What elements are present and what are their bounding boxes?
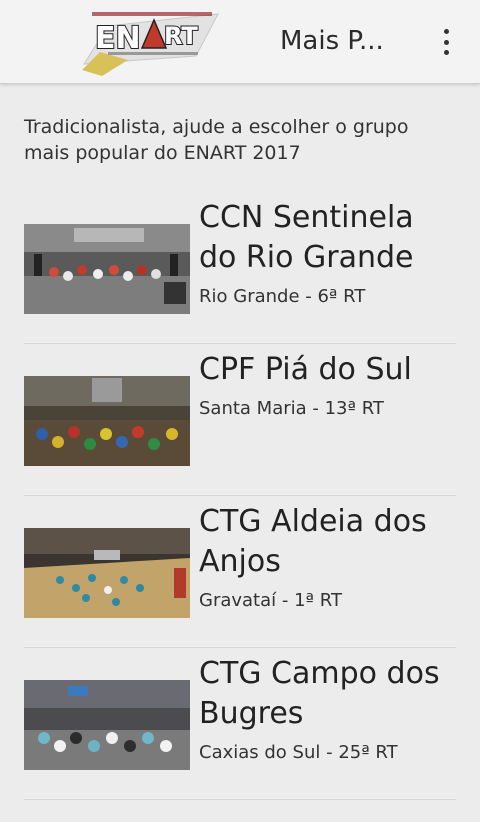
group-location: Gravataí - 1ª RT bbox=[199, 590, 342, 611]
list-item[interactable]: CCN Sentinela do Rio Grande Rio Grande -… bbox=[24, 192, 456, 344]
group-thumbnail bbox=[24, 224, 190, 314]
group-name: CPF Piá do Sul bbox=[199, 352, 412, 387]
group-location: Rio Grande - 6ª RT bbox=[199, 286, 366, 307]
group-thumbnail bbox=[24, 376, 190, 466]
group-list: CCN Sentinela do Rio Grande Rio Grande -… bbox=[24, 192, 456, 800]
svg-text:EN: EN bbox=[95, 21, 141, 56]
group-name: CTG Aldeia dos Anjos bbox=[199, 504, 427, 579]
appbar-title: Mais P... bbox=[280, 26, 384, 56]
svg-text:RT: RT bbox=[164, 22, 198, 50]
group-thumbnail bbox=[24, 528, 190, 618]
group-thumbnail bbox=[24, 680, 190, 770]
enart-logo[interactable]: EN RT bbox=[78, 4, 226, 78]
app-bar: EN RT Mais P... bbox=[0, 0, 480, 84]
list-item[interactable]: CTG Aldeia dos Anjos Gravataí - 1ª RT bbox=[24, 496, 456, 648]
intro-text: Tradicionalista, ajude a escolher o grup… bbox=[24, 116, 409, 164]
list-item[interactable]: CPF Piá do Sul Santa Maria - 13ª RT bbox=[24, 344, 456, 496]
group-name: CCN Sentinela do Rio Grande bbox=[199, 200, 414, 275]
group-location: Caxias do Sul - 25ª RT bbox=[199, 742, 398, 763]
group-location: Santa Maria - 13ª RT bbox=[199, 398, 384, 419]
list-item[interactable]: CTG Campo dos Bugres Caxias do Sul - 25ª… bbox=[24, 648, 456, 800]
more-vert-icon[interactable] bbox=[432, 26, 460, 58]
group-name: CTG Campo dos Bugres bbox=[199, 656, 440, 731]
